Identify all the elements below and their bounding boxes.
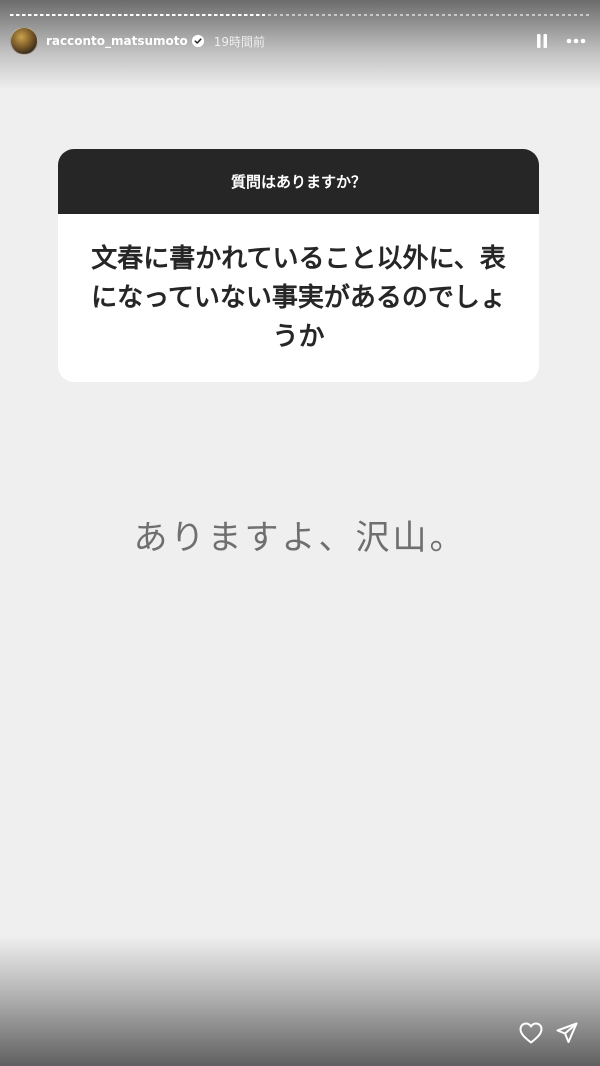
pause-button[interactable] xyxy=(528,27,556,55)
like-button[interactable] xyxy=(516,1018,546,1048)
question-sticker-text: 文春に書かれていること以外に、表になっていない事実があるのでしょうか xyxy=(91,243,506,352)
question-sticker-prompt: 質問はありますか？ xyxy=(58,149,539,214)
story-progress-fill xyxy=(10,14,266,16)
question-sticker[interactable]: 質問はありますか？ 文春に書かれていること以外に、表になっていない事実があるので… xyxy=(58,149,539,382)
pause-icon xyxy=(537,34,547,48)
more-options-button[interactable] xyxy=(562,27,590,55)
more-horizontal-icon xyxy=(566,38,586,44)
share-button[interactable] xyxy=(552,1018,582,1048)
story-header: racconto_matsumoto 19時間前 xyxy=(10,27,590,55)
avatar[interactable] xyxy=(10,27,38,55)
username[interactable]: racconto_matsumoto xyxy=(46,34,188,48)
story-footer-actions xyxy=(516,1018,582,1048)
verified-badge-icon xyxy=(191,35,204,47)
story-progress-bar xyxy=(10,14,590,16)
answer-text: ありますよ、沢山。 xyxy=(133,518,467,558)
post-timestamp: 19時間前 xyxy=(213,34,266,49)
heart-icon xyxy=(519,1022,543,1044)
bottom-gradient xyxy=(0,936,600,1066)
send-icon xyxy=(556,1022,578,1043)
